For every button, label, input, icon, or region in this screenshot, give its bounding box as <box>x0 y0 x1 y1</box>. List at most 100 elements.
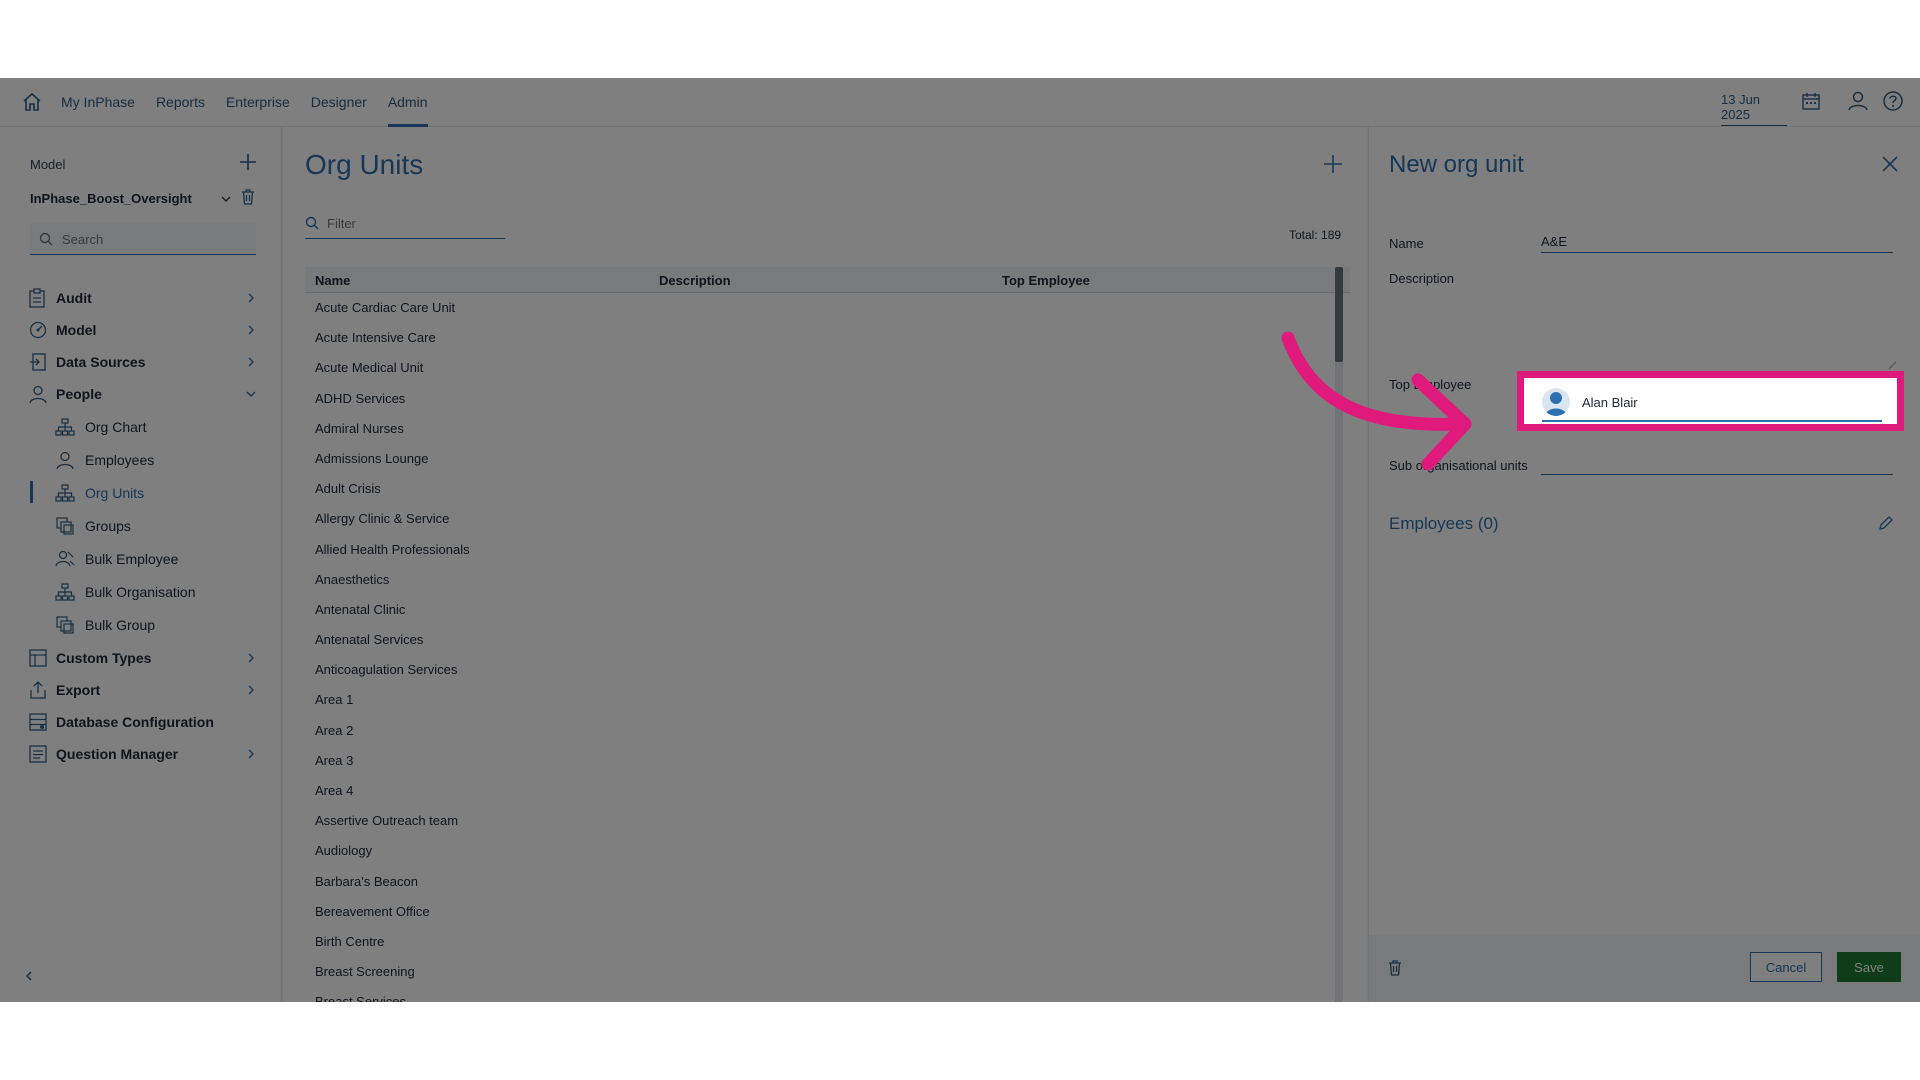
new-org-unit-panel: New org unit Name Description Top Employ… <box>1368 127 1920 1002</box>
sidebar-item-data-sources[interactable]: Data Sources <box>0 348 282 376</box>
groups-icon <box>55 516 75 541</box>
table-row[interactable]: Admiral Nurses <box>305 414 1337 444</box>
table-row[interactable]: Acute Intensive Care <box>305 323 1337 353</box>
collapse-sidebar-icon[interactable] <box>22 969 36 988</box>
table-row[interactable]: Acute Medical Unit <box>305 353 1337 383</box>
row-name-cell: Allied Health Professionals <box>315 541 470 557</box>
table-row[interactable]: Barbara's Beacon <box>305 867 1337 897</box>
chevron-right-icon <box>244 651 258 670</box>
user-icon[interactable] <box>1847 90 1869 117</box>
table-row[interactable]: Antenatal Clinic <box>305 595 1337 625</box>
nav-designer[interactable]: Designer <box>311 78 367 127</box>
table-row[interactable]: Area 4 <box>305 776 1337 806</box>
nav-items: My InPhase Reports Enterprise Designer A… <box>61 78 449 127</box>
chevron-down-icon[interactable] <box>219 192 233 211</box>
search-icon <box>305 216 319 235</box>
sidebar-item-label: Custom Types <box>56 650 152 666</box>
sidebar-item-org-chart[interactable]: Org Chart <box>0 413 282 441</box>
field-underline <box>1542 420 1882 422</box>
org-chart-icon <box>55 483 75 508</box>
table-row[interactable]: Anaesthetics <box>305 565 1337 595</box>
row-name-cell: Area 1 <box>315 692 354 708</box>
table-row[interactable]: Assertive Outreach team <box>305 806 1337 836</box>
table-row[interactable]: Antenatal Services <box>305 625 1337 655</box>
table-row[interactable]: Breast Screening <box>305 957 1337 987</box>
add-model-icon[interactable] <box>238 152 258 177</box>
table-row[interactable]: Birth Centre <box>305 927 1337 957</box>
avatar <box>1542 388 1570 416</box>
table-row[interactable]: Adult Crisis <box>305 474 1337 504</box>
model-select[interactable]: InPhase_Boost_Oversight <box>30 191 192 206</box>
sidebar-item-database-configuration[interactable]: Database Configuration <box>0 708 282 736</box>
sidebar-item-bulk-employee[interactable]: Bulk Employee <box>0 545 282 573</box>
search-input[interactable] <box>62 228 247 250</box>
sidebar-item-model[interactable]: Model <box>0 316 282 344</box>
table-row[interactable]: Allied Health Professionals <box>305 535 1337 565</box>
sidebar-item-question-manager[interactable]: Question Manager <box>0 740 282 768</box>
sidebar-item-audit[interactable]: Audit <box>0 284 282 312</box>
nav-enterprise[interactable]: Enterprise <box>226 78 290 127</box>
top-employee-field[interactable]: Alan Blair <box>1517 371 1904 431</box>
save-button[interactable]: Save <box>1837 952 1901 982</box>
name-field[interactable] <box>1541 230 1893 252</box>
sidebar: Model InPhase_Boost_Oversight Audit Mode… <box>0 127 282 1002</box>
sidebar-item-label: Bulk Organisation <box>85 584 196 600</box>
date-picker[interactable]: 13 Jun 2025 <box>1721 92 1787 126</box>
table-row[interactable]: Area 1 <box>305 685 1337 715</box>
home-icon[interactable] <box>20 90 44 114</box>
annotation-arrow-icon <box>1270 328 1490 493</box>
chevron-right-icon <box>244 323 258 342</box>
sidebar-item-label: Bulk Group <box>85 617 156 633</box>
cancel-button[interactable]: Cancel <box>1750 952 1822 982</box>
nav-reports[interactable]: Reports <box>156 78 205 127</box>
column-header-name[interactable]: Name <box>315 273 350 288</box>
table-row[interactable]: Breast Services <box>305 987 1337 1002</box>
pencil-icon[interactable] <box>1877 514 1895 537</box>
filter-input[interactable] <box>327 212 497 234</box>
help-icon[interactable] <box>1882 90 1904 117</box>
table-row[interactable]: Admissions Lounge <box>305 444 1337 474</box>
top-navigation: My InPhase Reports Enterprise Designer A… <box>0 78 1920 127</box>
sidebar-search <box>30 223 256 255</box>
sidebar-item-groups[interactable]: Groups <box>0 512 282 540</box>
table-row[interactable]: Anticoagulation Services <box>305 655 1337 685</box>
calendar-icon[interactable] <box>1801 91 1821 116</box>
export-icon <box>28 680 48 705</box>
table-row[interactable]: Allergy Clinic & Service <box>305 504 1337 534</box>
close-icon[interactable] <box>1881 155 1899 178</box>
table-row[interactable]: Audiology <box>305 836 1337 866</box>
sidebar-item-employees[interactable]: Employees <box>0 446 282 474</box>
sidebar-item-custom-types[interactable]: Custom Types <box>0 644 282 672</box>
sidebar-item-org-units[interactable]: Org Units <box>0 479 282 507</box>
sidebar-item-bulk-organisation[interactable]: Bulk Organisation <box>0 578 282 606</box>
add-org-unit-icon[interactable] <box>1322 153 1344 180</box>
table-row[interactable]: Bereavement Office <box>305 897 1337 927</box>
table-row[interactable]: ADHD Services <box>305 384 1337 414</box>
row-name-cell: ADHD Services <box>315 390 406 406</box>
sidebar-item-label: Bulk Employee <box>85 551 179 567</box>
column-header-top-employee[interactable]: Top Employee <box>1002 273 1090 288</box>
nav-admin[interactable]: Admin <box>387 78 428 127</box>
total-count: Total: 189 <box>1289 228 1342 242</box>
search-icon <box>39 232 53 251</box>
row-name-cell: Audiology <box>315 843 373 859</box>
sidebar-item-label: Org Chart <box>85 419 147 435</box>
table-row[interactable]: Area 2 <box>305 716 1337 746</box>
row-name-cell: Admissions Lounge <box>315 450 429 466</box>
table-row[interactable]: Acute Cardiac Care Unit <box>305 293 1337 323</box>
row-name-cell: Acute Intensive Care <box>315 330 436 346</box>
question-manager-icon <box>28 744 48 769</box>
sub-org-units-field[interactable] <box>1541 447 1893 475</box>
table-row[interactable]: Area 3 <box>305 746 1337 776</box>
panel-title: New org unit <box>1389 151 1524 178</box>
sidebar-item-export[interactable]: Export <box>0 676 282 704</box>
sidebar-item-bulk-group[interactable]: Bulk Group <box>0 611 282 639</box>
sidebar-item-people[interactable]: People <box>0 380 282 408</box>
column-header-description[interactable]: Description <box>659 273 731 288</box>
trash-icon[interactable] <box>1387 959 1403 982</box>
model-label: Model <box>30 157 66 172</box>
description-label: Description <box>1389 271 1455 286</box>
nav-my-inphase[interactable]: My InPhase <box>61 78 135 127</box>
trash-icon[interactable] <box>240 188 256 211</box>
chevron-right-icon <box>244 683 258 702</box>
